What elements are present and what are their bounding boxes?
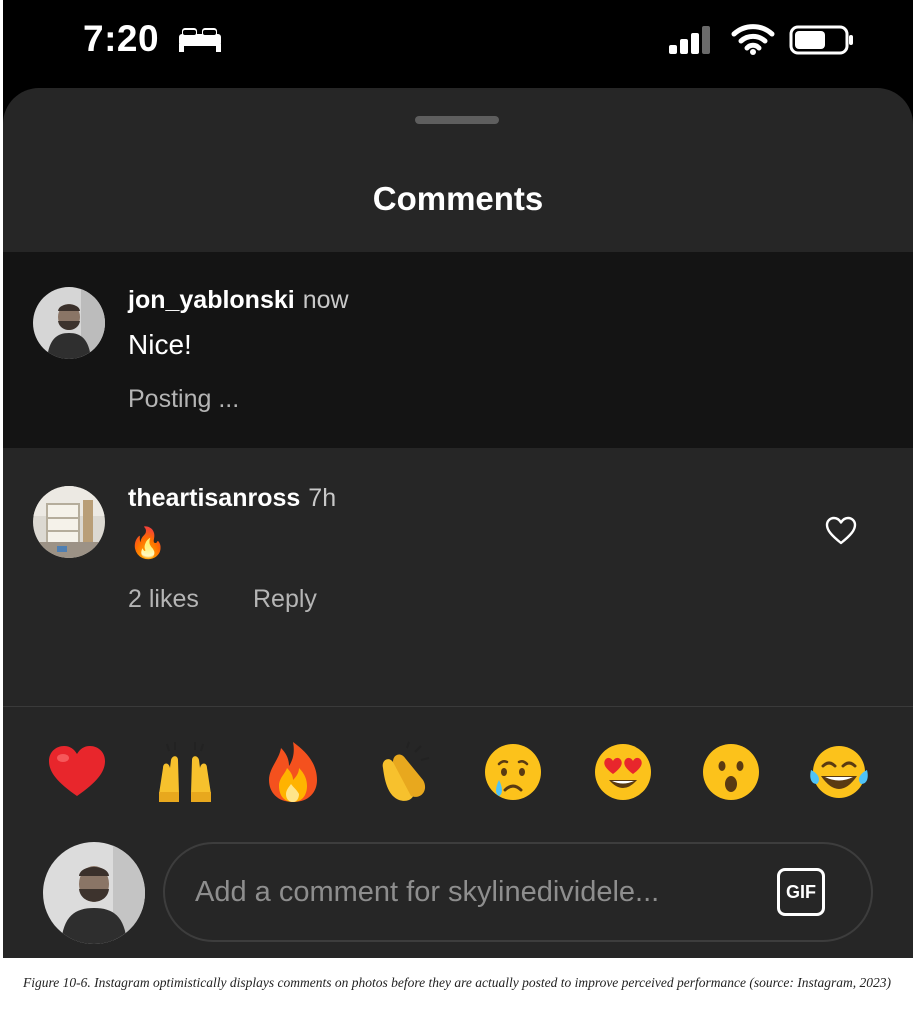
comment-timestamp: 7h bbox=[308, 484, 337, 512]
status-time: 7:20 bbox=[83, 18, 160, 59]
like-comment-heart-icon[interactable] bbox=[825, 516, 857, 546]
cellular-signal-icon bbox=[669, 26, 710, 54]
comment-composer[interactable]: Add a comment for skylinedividele... GIF bbox=[163, 842, 873, 942]
raising-hands-emoji[interactable] bbox=[153, 740, 217, 804]
current-user-avatar bbox=[43, 842, 145, 944]
quick-reactions-bar bbox=[3, 740, 913, 808]
red-heart-emoji[interactable] bbox=[45, 740, 109, 804]
comment-text: Nice! bbox=[128, 329, 192, 360]
comment-username[interactable]: jon_yablonski bbox=[128, 286, 295, 314]
surprised-face-emoji[interactable] bbox=[699, 740, 763, 804]
avatar-photo bbox=[33, 287, 105, 359]
divider bbox=[3, 706, 913, 707]
avatar-photo bbox=[33, 486, 105, 558]
comment-username-line: jon_yablonski now bbox=[128, 286, 349, 315]
comment-item: theartisanross 7h 🔥 2 likes Reply bbox=[3, 450, 913, 706]
status-bar: 7:20 bbox=[3, 0, 913, 88]
sheet-title: Comments bbox=[372, 180, 544, 217]
crying-face-emoji[interactable] bbox=[481, 740, 545, 804]
comment-username[interactable]: theartisanross bbox=[128, 484, 300, 512]
comment-username-line: theartisanross 7h bbox=[128, 484, 336, 513]
comments-sheet: Comments jon_yablonski now Nice! Posting … bbox=[3, 88, 913, 958]
battery-icon bbox=[789, 25, 853, 55]
wifi-icon bbox=[731, 24, 775, 55]
avatar-photo bbox=[43, 842, 145, 944]
sheet-drag-handle[interactable] bbox=[415, 116, 499, 124]
comment-input[interactable]: Add a comment for skylinedividele... bbox=[195, 876, 659, 909]
comment-likes[interactable]: 2 likes bbox=[128, 585, 199, 614]
clapping-hands-emoji[interactable] bbox=[371, 740, 435, 804]
bed-icon bbox=[179, 28, 221, 52]
comment-reply-button[interactable]: Reply bbox=[253, 585, 317, 614]
comment-timestamp: now bbox=[302, 286, 349, 314]
fire-emoji[interactable] bbox=[261, 740, 325, 804]
avatar[interactable] bbox=[33, 486, 105, 558]
avatar[interactable] bbox=[33, 287, 105, 359]
comment-text: 🔥 bbox=[129, 527, 167, 560]
tears-of-joy-emoji[interactable] bbox=[807, 740, 871, 804]
comment-pending: jon_yablonski now Nice! Posting ... bbox=[3, 252, 913, 448]
phone-screen: 7:20 Comments jon_yablonski now Nice! Po… bbox=[3, 0, 913, 958]
heart-eyes-emoji[interactable] bbox=[591, 740, 655, 804]
figure-caption: Figure 10-6. Instagram optimistically di… bbox=[23, 975, 891, 990]
gif-button[interactable]: GIF bbox=[777, 868, 825, 916]
comment-posting-status: Posting ... bbox=[128, 385, 240, 413]
